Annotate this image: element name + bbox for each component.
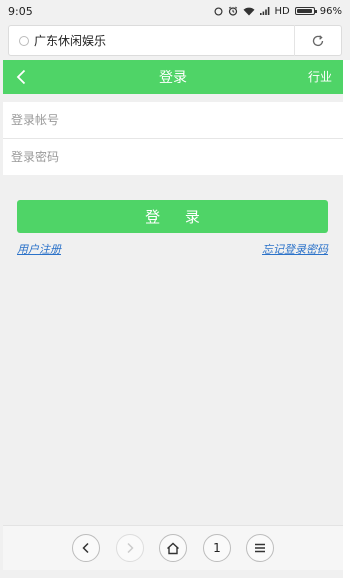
browser-toolbar: 广东休闲娱乐 xyxy=(0,22,350,60)
tab-count: 1 xyxy=(213,541,221,555)
right-edge-strip xyxy=(343,60,350,578)
status-time: 9:05 xyxy=(8,4,33,18)
page-header: 登录 行业 xyxy=(3,60,343,94)
forgot-password-link[interactable]: 忘记登录密码 xyxy=(262,241,328,257)
password-input[interactable] xyxy=(9,138,343,176)
refresh-icon[interactable] xyxy=(295,25,341,56)
wifi-icon xyxy=(243,7,255,16)
site-status-icon xyxy=(19,35,29,46)
tabs-icon[interactable]: 1 xyxy=(203,534,231,562)
phone-screen: 9:05 HD 96% 广东休闲娱乐 登录 行业 登录帐号 登 录 用户注册 忘… xyxy=(0,0,350,578)
account-input[interactable] xyxy=(9,101,343,139)
forward-icon[interactable] xyxy=(116,534,144,562)
status-icons: HD 96% xyxy=(214,6,342,17)
password-field-row xyxy=(3,138,343,176)
back-icon[interactable] xyxy=(72,534,100,562)
status-bar: 9:05 HD 96% xyxy=(0,0,350,22)
sync-icon xyxy=(214,6,223,16)
home-icon[interactable] xyxy=(159,534,187,562)
login-button[interactable]: 登 录 xyxy=(17,200,328,233)
address-text[interactable]: 广东休闲娱乐 xyxy=(34,32,294,49)
chevron-left-icon[interactable] xyxy=(13,68,29,86)
menu-icon[interactable] xyxy=(246,534,274,562)
browser-bottom-nav: 1 xyxy=(3,525,343,570)
network-type: HD xyxy=(274,5,290,17)
register-link[interactable]: 用户注册 xyxy=(17,241,61,257)
account-field-row xyxy=(3,101,343,139)
alarm-icon xyxy=(228,6,238,16)
page-title: 登录 xyxy=(159,70,187,86)
battery-icon xyxy=(294,7,317,15)
address-bar[interactable]: 广东休闲娱乐 xyxy=(8,25,342,56)
signal-icon xyxy=(259,7,270,15)
battery-percent: 96% xyxy=(319,5,342,17)
industry-link[interactable]: 行业 xyxy=(308,60,332,94)
login-form xyxy=(3,101,343,176)
battery-level xyxy=(296,9,312,13)
